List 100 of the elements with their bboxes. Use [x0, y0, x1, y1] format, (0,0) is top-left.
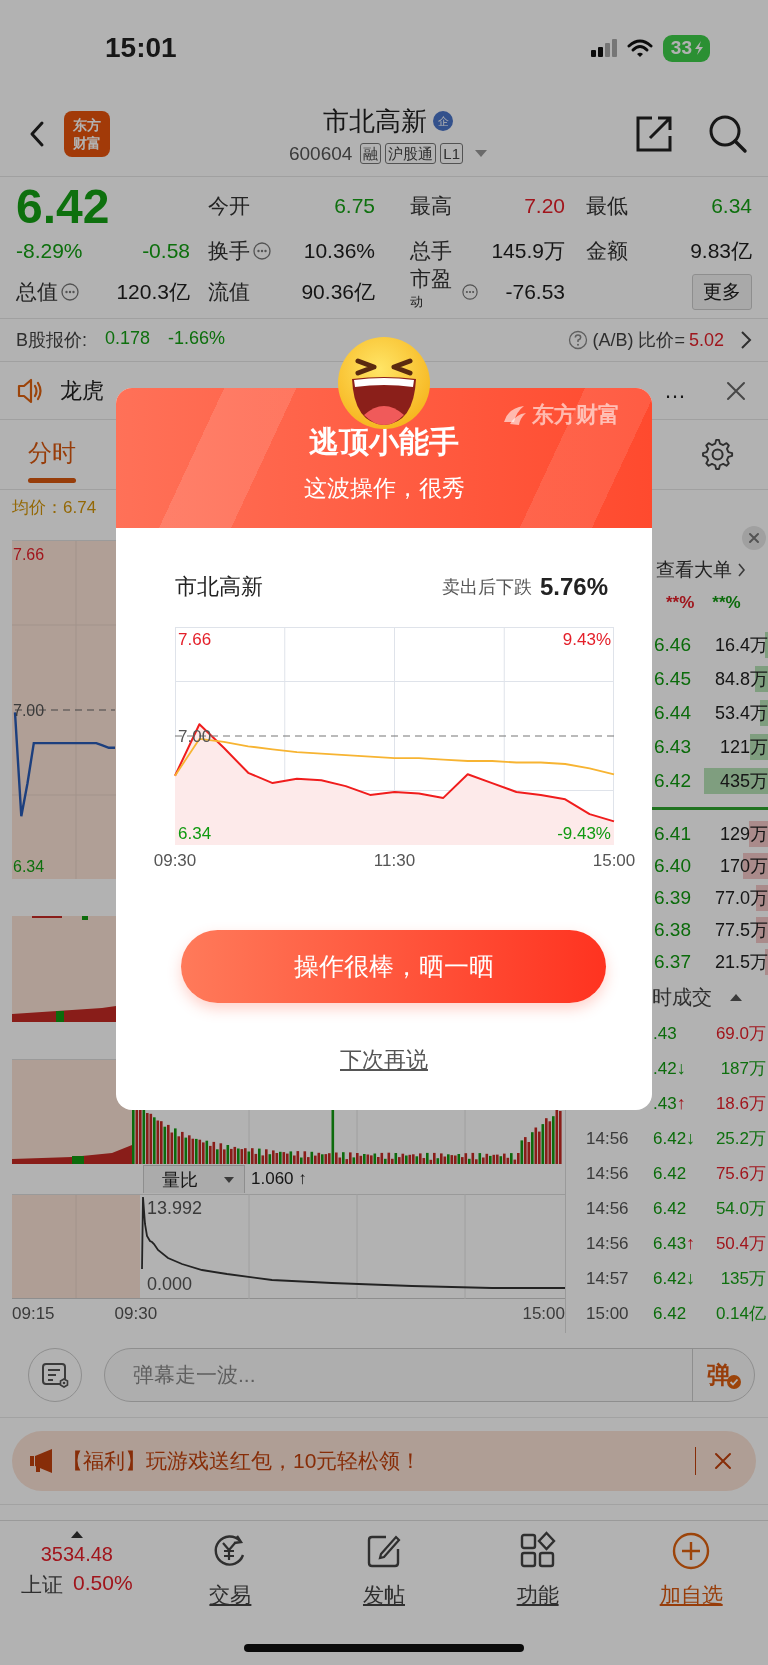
- caret-icon: [70, 1531, 83, 1538]
- stat-value: 10.36%: [302, 239, 376, 263]
- trade-price: .42: [653, 1058, 677, 1079]
- wifi-icon: [626, 38, 653, 58]
- time-label: 09:30: [114, 1304, 158, 1324]
- stat-label: 最低: [586, 193, 628, 219]
- back-icon[interactable]: [28, 120, 46, 148]
- trade-price: 6.42: [653, 1303, 687, 1324]
- stat-value: 6.75: [333, 194, 376, 218]
- post-button[interactable]: 发帖: [363, 1529, 405, 1609]
- ratio-text: **%: [712, 592, 741, 613]
- promo-text: 【福利】玩游戏送红包，10元轻松领！: [62, 1448, 422, 1474]
- trade-time: 14:56: [586, 1128, 630, 1149]
- index-name: 上证: [21, 1572, 63, 1598]
- settings-icon[interactable]: [702, 438, 734, 471]
- change-amount: -0.58: [141, 239, 191, 263]
- order-price: 6.39: [654, 887, 692, 909]
- trade-volume: 135万: [719, 1268, 767, 1290]
- megaphone-icon: [28, 1447, 54, 1475]
- stat-value: 90.36亿: [300, 279, 376, 305]
- more-button[interactable]: 更多: [692, 274, 752, 310]
- dismiss-link[interactable]: 下次再说: [340, 1045, 428, 1075]
- direction-arrow: ↑: [676, 1093, 686, 1114]
- caret-icon: [224, 1176, 234, 1183]
- chevron-icon[interactable]: [740, 330, 752, 350]
- bolt-icon: [694, 41, 704, 55]
- axis-label: 09:30: [153, 851, 197, 870]
- direction-arrow: ↑: [686, 1233, 696, 1254]
- drop-label: 卖出后下跌: [441, 576, 532, 599]
- ratio-text: **%: [666, 592, 695, 613]
- dialog-subtitle: 这波操作，很秀: [303, 474, 465, 503]
- company-badge: 企: [433, 111, 453, 131]
- order-price: 6.37: [654, 951, 692, 973]
- trade-price: .43: [653, 1093, 677, 1114]
- axis-label: 7.66: [178, 629, 212, 649]
- stat-label: 换手: [208, 238, 250, 264]
- stock-title: 市北高新: [323, 104, 427, 138]
- axis-label: 0.000: [147, 1274, 193, 1294]
- stat-label: 今开: [208, 193, 250, 219]
- trade-button[interactable]: 交易: [209, 1529, 252, 1609]
- promo-banner[interactable]: 【福利】玩游戏送红包，10元轻松领！: [12, 1431, 756, 1491]
- stat-value: 120.3亿: [115, 279, 191, 305]
- features-button[interactable]: 功能: [516, 1529, 559, 1609]
- trade-volume: 69.0万: [714, 1023, 767, 1045]
- trade-time: 14:57: [586, 1268, 630, 1289]
- stat-label: 总值: [16, 279, 58, 305]
- direction-arrow: ↓: [676, 1058, 686, 1079]
- trade-volume: 0.14亿: [714, 1303, 767, 1325]
- trade-price: 6.43: [653, 1233, 687, 1254]
- time-label: 15:00: [522, 1304, 565, 1324]
- indicator-value: 1.060 ↑: [251, 1169, 307, 1189]
- index-value[interactable]: 3534.48: [40, 1543, 113, 1566]
- stat-label: 金额: [586, 238, 628, 264]
- plus-icon: [671, 1531, 712, 1571]
- close-icon[interactable]: [726, 380, 746, 401]
- market-tag: L1: [440, 143, 464, 164]
- caret-icon[interactable]: [730, 993, 742, 1001]
- ratio-label: (A/B) 比价=: [592, 329, 685, 352]
- news-ticker-text[interactable]: 龙虎: [60, 375, 104, 406]
- big-orders-link[interactable]: 查看大单: [656, 557, 746, 583]
- direction-arrow: ↓: [686, 1268, 696, 1289]
- axis-label: 6.34: [13, 857, 45, 875]
- order-price: 6.42: [654, 770, 692, 792]
- average-price-label: 均价：6.74: [12, 498, 97, 517]
- close-button[interactable]: [742, 526, 766, 550]
- direction-arrow: ↓: [686, 1128, 696, 1149]
- market-tag: 融: [360, 143, 382, 164]
- close-icon[interactable]: [714, 1452, 732, 1470]
- axis-label: 6.34: [178, 824, 212, 844]
- battery-percent: 33: [670, 37, 692, 59]
- send-danmaku-button[interactable]: 弹: [692, 1349, 754, 1401]
- change-percent: -8.29%: [16, 239, 84, 263]
- trade-volume: 75.6万: [714, 1163, 767, 1185]
- help-icon[interactable]: [568, 330, 589, 350]
- caret-icon[interactable]: [475, 150, 488, 157]
- axis-label: 7.00: [13, 702, 45, 719]
- share-icon[interactable]: [634, 114, 674, 154]
- stat-value: 6.34: [710, 194, 753, 218]
- dialog-title: 逃顶小能手: [309, 424, 459, 460]
- search-icon[interactable]: [708, 114, 748, 154]
- trades-title: 时成交: [652, 984, 712, 1010]
- market-tag: 沪股通: [385, 143, 437, 164]
- axis-label: 15:00: [592, 851, 636, 870]
- info-icon[interactable]: [61, 283, 79, 301]
- stock-name: 市北高新: [175, 573, 263, 601]
- trade-time: 15:00: [586, 1303, 630, 1324]
- stat-value: 7.20: [523, 194, 566, 218]
- trade-price: 6.42: [653, 1198, 687, 1219]
- comment-field[interactable]: 弹幕走一波... 弹: [104, 1348, 755, 1402]
- order-price: 6.40: [654, 855, 692, 877]
- info-icon[interactable]: [253, 242, 271, 260]
- info-icon[interactable]: [461, 283, 478, 301]
- trade-price: 6.42: [653, 1163, 687, 1184]
- indicator-dropdown[interactable]: 量比: [143, 1165, 245, 1193]
- stat-value: 9.83亿: [689, 238, 753, 264]
- trade-volume: 187万: [719, 1058, 767, 1080]
- app-logo[interactable]: 东方 财富: [64, 111, 110, 157]
- trade-volume: 54.0万: [714, 1198, 767, 1220]
- add-watchlist-button[interactable]: 加自选: [659, 1529, 723, 1609]
- order-price: 6.46: [654, 634, 692, 656]
